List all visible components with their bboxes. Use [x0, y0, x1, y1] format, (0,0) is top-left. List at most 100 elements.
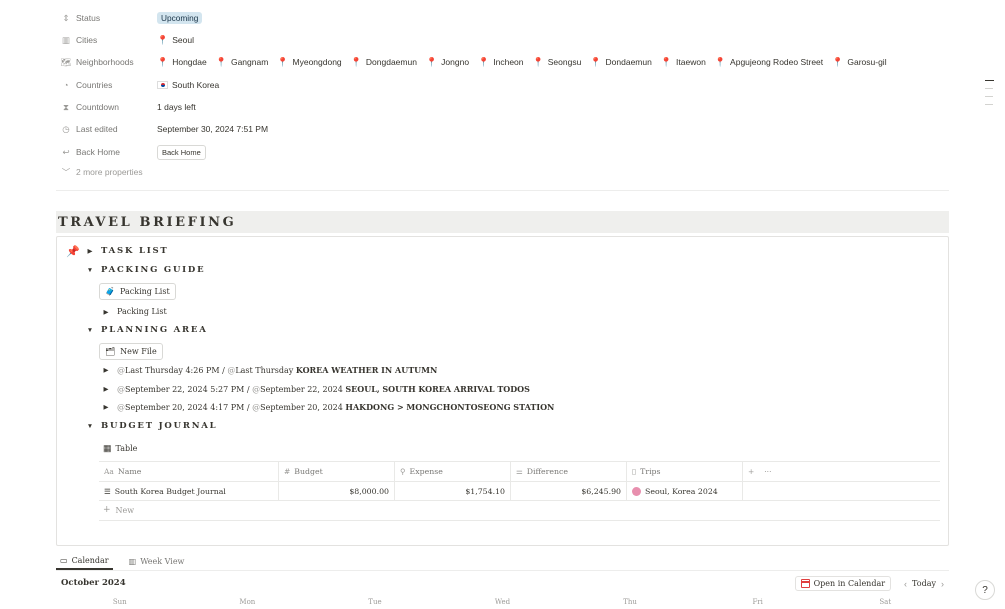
globe-icon: ◔: [63, 80, 69, 90]
toggle-packing-list[interactable]: ▶ Packing List: [101, 307, 167, 316]
cell-trips[interactable]: Seoul, Korea 2024: [627, 482, 743, 500]
neighborhood-chip[interactable]: 📍 Myeongdong: [277, 57, 341, 68]
chevron-right-icon[interactable]: ›: [941, 579, 944, 589]
weekday-label: Wed: [494, 598, 511, 606]
neighborhood-chip[interactable]: 📍 Hongdae: [157, 57, 207, 68]
status-badge[interactable]: Upcoming: [157, 12, 203, 24]
new-file-button[interactable]: 🗂 New File: [99, 343, 163, 360]
cell-budget[interactable]: $8,000.00: [279, 482, 395, 500]
cell-difference[interactable]: $6,245.90: [511, 482, 627, 500]
neighborhood-chip[interactable]: 📍 Garosu-gil: [832, 57, 886, 68]
neighborhood-chip[interactable]: 📍 Dongdaemun: [351, 57, 417, 68]
divider: [99, 520, 940, 521]
property-countdown[interactable]: ⧗ Countdown 1 days left: [56, 97, 949, 117]
outline-line[interactable]: [985, 104, 993, 105]
date-mention[interactable]: September 20, 2024 4:17 PM: [125, 403, 244, 412]
date-mention[interactable]: Last Thursday 4:26 PM: [125, 366, 220, 375]
status-value: Upcoming: [157, 12, 203, 24]
country-chip[interactable]: South Korea: [157, 80, 219, 90]
more-options-icon[interactable]: ···: [764, 467, 771, 476]
tab-week-view-label: Week View: [140, 556, 185, 566]
date-mention[interactable]: September 22, 2024: [260, 385, 343, 394]
packing-list-toggle-text: Packing List: [117, 307, 167, 316]
property-status-label: ⇕ Status: [56, 13, 157, 24]
table-view-tab[interactable]: ▦ Table: [103, 443, 137, 454]
mention-at-icon: @: [117, 384, 125, 394]
outline-line[interactable]: [985, 96, 993, 97]
city-chip[interactable]: 📍 Seoul: [157, 35, 194, 46]
country-chip-text: South Korea: [172, 80, 220, 90]
toggle-planning-item[interactable]: ▶ @September 20, 2024 4:17 PM / @Septembe…: [101, 402, 555, 412]
property-last-edited[interactable]: ◷ Last edited September 30, 2024 7:51 PM: [56, 119, 949, 139]
calendar-month: October 2024: [61, 578, 126, 588]
back-home-button[interactable]: Back Home: [157, 144, 206, 160]
property-back-home[interactable]: ↩ Back Home Back Home: [56, 142, 949, 162]
table-view-label: Table: [115, 444, 138, 453]
search-icon: ⚲: [400, 467, 406, 476]
triangle-right-icon: ▶: [103, 404, 109, 411]
toggle-task-list[interactable]: ▶ TASK LIST: [85, 246, 169, 256]
column-header-name[interactable]: Aa Name: [99, 462, 279, 481]
tab-calendar[interactable]: ▭ Calendar: [56, 552, 113, 570]
property-neighborhoods[interactable]: 🗺 Neighborhoods 📍 Hongdae 📍 Gangnam 📍 Myeongdo…: [56, 52, 949, 72]
mention-at-icon: @: [117, 366, 125, 375]
outline-line[interactable]: [985, 88, 993, 89]
neighborhood-chip[interactable]: 📍 Seongsu: [533, 57, 582, 68]
toggle-planning-item[interactable]: ▶ @September 22, 2024 5:27 PM / @Septembe…: [101, 384, 530, 394]
plus-icon: +: [103, 505, 111, 515]
property-countries[interactable]: ◔ Countries South Korea: [56, 75, 949, 95]
property-neighborhoods-label: 🗺 Neighborhoods: [56, 57, 157, 68]
neighborhood-chip[interactable]: 📍 Gangnam: [216, 57, 269, 68]
toggle-packing-guide[interactable]: ▼ PACKING GUIDE: [85, 265, 205, 275]
new-row-button[interactable]: + New: [103, 505, 134, 515]
neighborhood-chip[interactable]: 📍 Dondaemun: [590, 57, 652, 68]
planning-item-title: KOREA WEATHER IN AUTUMN: [295, 365, 438, 375]
column-header-trips[interactable]: ▯ Trips: [627, 462, 743, 481]
today-button[interactable]: Today: [912, 579, 936, 588]
neighborhood-chip[interactable]: 📍 Jongno: [426, 57, 469, 68]
chevron-left-icon[interactable]: ‹: [904, 579, 907, 589]
travel-briefing-title: TRAVEL BRIEFING: [58, 214, 237, 230]
column-header-budget[interactable]: # Budget: [279, 462, 395, 481]
mention-at-icon: @: [252, 403, 261, 412]
table-row[interactable]: ☰ South Korea Budget Journal $8,000.00 $1…: [99, 481, 940, 501]
neighborhood-chip[interactable]: 📍 Itaewon: [661, 57, 706, 68]
weekday-label: Sat: [879, 598, 892, 606]
add-column-icon[interactable]: +: [748, 467, 754, 476]
date-mention[interactable]: Last Thursday: [235, 366, 293, 375]
neighborhood-chip[interactable]: 📍 Apgujeong Rodeo Street: [715, 57, 823, 68]
page-outline[interactable]: [985, 80, 995, 112]
property-status[interactable]: ⇕ Status Upcoming: [56, 8, 949, 28]
countries-label-text: Countries: [76, 80, 113, 90]
packing-list-button[interactable]: 🧳 Packing List: [99, 283, 176, 300]
neighborhood-chip-text: Apgujeong Rodeo Street: [730, 57, 824, 67]
cell-expense[interactable]: $1,754.10: [395, 482, 511, 500]
triangle-down-icon: ▼: [86, 326, 94, 334]
location-pin-icon: 📍: [157, 56, 169, 67]
date-mention[interactable]: September 22, 2024 5:27 PM: [125, 385, 244, 394]
status-icon: ⇕: [62, 12, 70, 23]
help-button[interactable]: ?: [975, 580, 995, 600]
calendar-app-icon: [800, 579, 810, 588]
more-properties-toggle[interactable]: ﹀ 2 more properties: [56, 166, 143, 178]
toggle-budget-journal[interactable]: ▼ BUDGET JOURNAL: [85, 421, 217, 431]
open-in-calendar-button[interactable]: Open in Calendar: [794, 576, 892, 591]
column-header-expense[interactable]: ⚲ Expense: [395, 462, 511, 481]
toggle-planning-item[interactable]: ▶ @Last Thursday 4:26 PM / @Last Thursday…: [101, 365, 438, 375]
tab-week-view[interactable]: ▥ Week View: [125, 552, 189, 570]
calendar-controls: Open in Calendar ‹ Today ›: [794, 576, 949, 591]
neighborhood-chip-text: Myeongdong: [292, 57, 342, 67]
outline-line[interactable]: [985, 80, 994, 81]
neighborhood-chip[interactable]: 📍 Incheon: [478, 57, 523, 68]
luggage-icon: 🧳: [105, 287, 115, 296]
last-edited-label-text: Last edited: [76, 124, 118, 134]
cities-value: 📍 Seoul: [157, 35, 203, 46]
neighborhood-chip-text: Dondaemun: [605, 57, 652, 67]
column-header-difference[interactable]: ⚌ Difference: [511, 462, 627, 481]
date-mention[interactable]: September 20, 2024: [260, 403, 343, 412]
cell-name[interactable]: ☰ South Korea Budget Journal: [99, 482, 279, 500]
toggle-planning-area[interactable]: ▼ PLANNING AREA: [85, 325, 208, 335]
property-cities[interactable]: ▥ Cities 📍 Seoul: [56, 30, 949, 50]
property-cities-label: ▥ Cities: [56, 35, 157, 46]
neighborhood-chip-text: Seongsu: [547, 57, 582, 67]
